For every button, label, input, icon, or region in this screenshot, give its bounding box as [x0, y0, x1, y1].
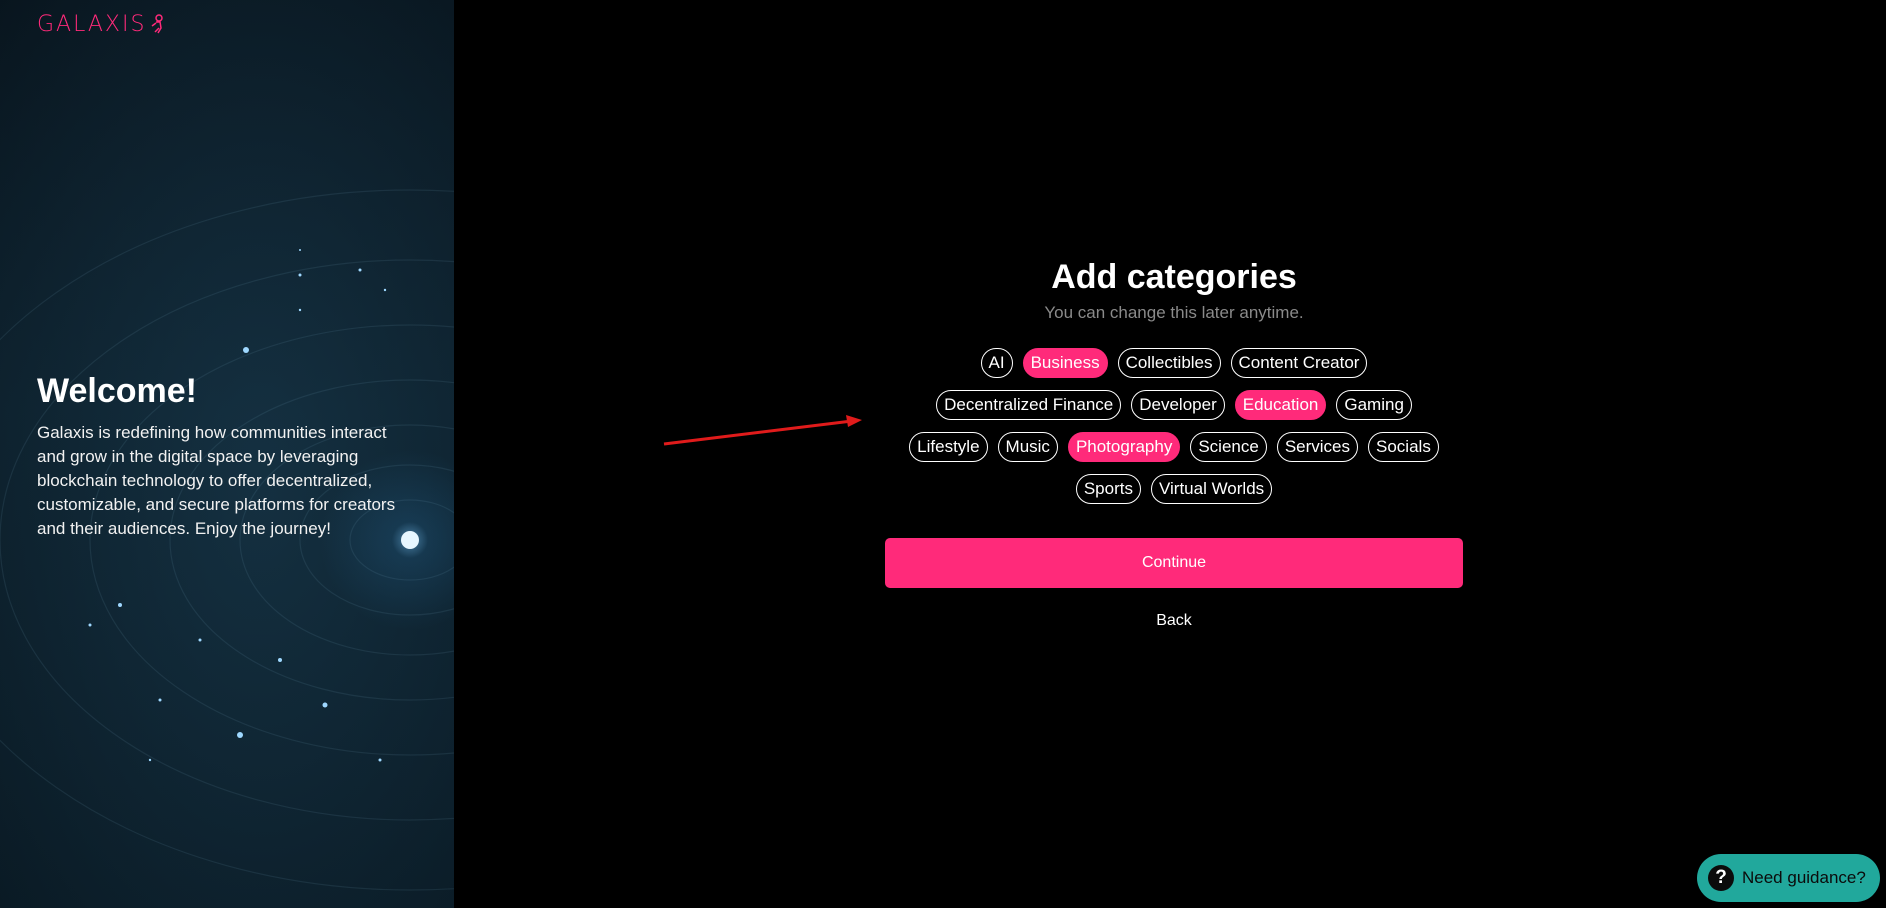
- category-chip-sports[interactable]: Sports: [1075, 474, 1141, 504]
- category-chip-music[interactable]: Music: [997, 432, 1058, 462]
- category-row: Decentralized Finance Developer Education G…: [936, 390, 1412, 420]
- category-row: AI Business Collectibles Content Creator: [980, 348, 1368, 378]
- category-chip-services[interactable]: Services: [1276, 432, 1359, 462]
- category-row: Lifestyle Music Photography Science Services…: [909, 432, 1439, 462]
- annotation-arrow: [663, 415, 862, 446]
- category-chip-virtual-worlds[interactable]: Virtual Worlds: [1150, 474, 1273, 504]
- category-chip-gaming[interactable]: Gaming: [1336, 390, 1412, 420]
- galaxis-logo[interactable]: GALAXIS: [37, 11, 166, 37]
- category-chip-decentralized-finance[interactable]: Decentralized Finance: [936, 390, 1122, 420]
- category-chip-developer[interactable]: Developer: [1131, 390, 1225, 420]
- welcome-description: Galaxis is redefining how communities in…: [37, 423, 396, 538]
- category-chip-list: AI Business Collectibles Content Creator Dec…: [885, 348, 1463, 504]
- category-chip-education[interactable]: Education: [1234, 390, 1327, 420]
- category-chip-lifestyle[interactable]: Lifestyle: [909, 432, 988, 462]
- question-icon: ?: [1708, 865, 1734, 891]
- need-guidance-button[interactable]: ? Need guidance?: [1697, 854, 1880, 902]
- category-chip-photography[interactable]: Photography: [1067, 432, 1181, 462]
- category-chip-business[interactable]: Business: [1022, 348, 1108, 378]
- category-row: Sports Virtual Worlds: [1075, 474, 1273, 504]
- astronaut-icon: [151, 14, 164, 34]
- category-chip-collectibles[interactable]: Collectibles: [1117, 348, 1221, 378]
- welcome-panel: GALAXIS Welcome! Galaxis is redefining h…: [0, 0, 454, 908]
- need-guidance-label: Need guidance?: [1742, 868, 1866, 887]
- category-chip-socials[interactable]: Socials: [1368, 432, 1439, 462]
- welcome-title: Welcome!: [37, 372, 197, 410]
- page-title: Add categories: [1051, 258, 1297, 296]
- logo-text: GALAXIS: [37, 11, 147, 37]
- page-subtitle: You can change this later anytime.: [1044, 303, 1304, 322]
- category-chip-science[interactable]: Science: [1190, 432, 1267, 462]
- continue-button[interactable]: Continue: [885, 538, 1463, 588]
- category-chip-ai[interactable]: AI: [980, 348, 1013, 378]
- category-chip-content-creator[interactable]: Content Creator: [1230, 348, 1368, 378]
- back-link[interactable]: Back: [885, 612, 1463, 630]
